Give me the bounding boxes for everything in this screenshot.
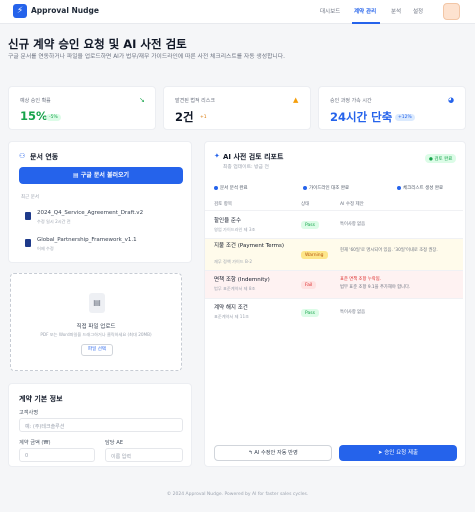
nav-item-settings[interactable]: 설정 xyxy=(413,7,423,15)
sparkle-icon: ✦ xyxy=(214,152,220,160)
check-icon xyxy=(303,185,307,190)
top-nav: ⚡ Approval Nudge 대시보드 계약 관리 분석 설정 xyxy=(0,0,475,24)
review-title: AI 사전 검토 리포트 xyxy=(223,153,284,161)
people-icon: ⚇ xyxy=(19,152,26,160)
stat-label: 승인 과정 가속 시간 xyxy=(330,98,372,104)
review-subtitle: 최종 업데이트: 방금 전 xyxy=(223,165,269,170)
stat-card-speed: 승인 과정 가속 시간 24시간 단축 +12% ◕ xyxy=(318,86,466,130)
ai-suggestion-detail: 법무 표준 조항 9.1을 추가해야 합니다. xyxy=(340,285,411,290)
ae-input[interactable]: 이름 입력 xyxy=(105,448,183,462)
column-header-item: 검토 항목 xyxy=(214,202,232,207)
recent-label: 최근 문서 xyxy=(21,195,39,200)
google-doc-button-label: 구글 문서 불러오기 xyxy=(80,172,130,179)
doc-link-title: 문서 연동 xyxy=(30,153,59,161)
contract-info-card: 계약 기본 정보 고객사명 예: (주)테크솔루션 계약 금액 (₩) 0 담당… xyxy=(8,383,192,467)
check-icon xyxy=(214,185,218,190)
upload-dropzone[interactable]: ▤ 직접 파일 업로드 PDF 또는 Word파일을 드래그하거나 클릭하세요 … xyxy=(10,273,182,371)
send-icon: ➤ xyxy=(377,450,383,456)
stat-value: 15% xyxy=(20,109,48,123)
step-label: 문서 분석 완료 xyxy=(220,186,248,191)
warning-icon: ▲ xyxy=(293,96,299,104)
item-ref: 영업 가이드라인 제 3조 xyxy=(214,227,256,232)
stat-card-risk: 발견된 법적 리스크 2건 +1 ▲ xyxy=(163,86,311,130)
file-upload-icon: ▤ xyxy=(89,293,105,313)
step-label: 체크리스트 생성 완료 xyxy=(403,186,444,191)
client-name-label: 고객사명 xyxy=(19,410,39,416)
avatar[interactable] xyxy=(443,3,460,20)
amount-label: 계약 금액 (₩) xyxy=(19,440,51,446)
check-icon xyxy=(397,185,401,190)
stat-delta: +12% xyxy=(395,114,415,121)
submit-approval-button-label: 승인 요청 제출 xyxy=(384,450,419,456)
submit-approval-button[interactable]: ➤ 승인 요청 제출 xyxy=(339,445,457,461)
ai-suggestion: 표준 면책 조항 누락됨. xyxy=(340,277,382,282)
table-row[interactable]: 지불 조건 (Payment Terms) 재무 정책 가이드 B-2 Warn… xyxy=(205,238,463,270)
active-nav-underline xyxy=(352,22,380,24)
recent-file-meta: 어제 수정 xyxy=(37,246,54,251)
stat-value: 24시간 단축 xyxy=(330,110,393,124)
item-name: 지불 조건 (Payment Terms) xyxy=(214,243,285,249)
item-name: 할인율 준수 xyxy=(214,218,242,224)
review-status-badge: ● 검토 완료 xyxy=(425,154,457,163)
stat-delta: -5% xyxy=(46,114,61,121)
recent-file-name[interactable]: Global_Partnership_Framework_v1.1 xyxy=(37,237,137,243)
recent-file-meta: 수정 일시 2시간 전 xyxy=(37,219,71,224)
stat-label: 발견된 법적 리스크 xyxy=(175,98,215,104)
column-header-suggest: AI 수정 제안 xyxy=(340,202,364,207)
footer: © 2024 Approval Nudge. Powered by AI for… xyxy=(166,492,309,497)
ai-suggestion: 특이사항 없음 xyxy=(340,310,366,315)
item-name: 면책 조항 (Indemnity) xyxy=(214,277,270,283)
upload-title: 직접 파일 업로드 xyxy=(76,324,116,330)
client-name-input[interactable]: 예: (주)테크솔루션 xyxy=(19,418,183,432)
stat-delta: +1 xyxy=(200,115,207,120)
item-name: 계약 해지 조건 xyxy=(214,305,248,311)
ae-label: 담당 AE xyxy=(105,440,124,446)
app-name[interactable]: Approval Nudge xyxy=(31,6,99,15)
step-label: 가이드라인 대조 완료 xyxy=(309,186,350,191)
table-row[interactable]: 면책 조항 (Indemnity) 법무 표준계약서 제 8조 Fail 표준 … xyxy=(205,270,463,298)
stat-card-approval: 예상 승인 확률 15% -5% ↘ xyxy=(8,86,156,130)
trend-down-icon: ↘ xyxy=(139,96,145,104)
lightning-icon[interactable]: ⚡ xyxy=(13,4,27,18)
column-header-status: 상태 xyxy=(301,202,310,207)
stat-value: 2건 xyxy=(175,110,194,124)
item-ref: 표준계약서 제 11조 xyxy=(214,314,249,319)
status-badge: Fail xyxy=(301,281,317,289)
nav-item-analytics[interactable]: 분석 xyxy=(391,7,401,15)
step-analysis: 문서 분석 완료 xyxy=(214,185,248,191)
review-report-card: ✦ AI 사전 검토 리포트 최종 업데이트: 방금 전 ● 검토 완료 문서 … xyxy=(204,141,466,467)
recent-file-name[interactable]: 2024_Q4_Service_Agreement_Draft.v2 xyxy=(37,210,143,216)
table-row[interactable]: 할인율 준수 영업 가이드라인 제 3조 Pass 특이사항 없음 xyxy=(205,210,463,238)
ai-apply-button-label: AI 수정안 자동 반영 xyxy=(254,450,298,456)
item-ref: 재무 정책 가이드 B-2 xyxy=(214,259,253,264)
file-icon xyxy=(25,212,31,220)
nav-item-dashboard[interactable]: 대시보드 xyxy=(320,7,340,15)
stat-label: 예상 승인 확률 xyxy=(20,98,51,104)
doc-link-card: ⚇ 문서 연동 ▤ 구글 문서 불러오기 최근 문서 2024_Q4_Servi… xyxy=(8,141,192,263)
step-checklist: 체크리스트 생성 완료 xyxy=(397,185,443,191)
contract-info-title: 계약 기본 정보 xyxy=(19,395,63,403)
ai-apply-button[interactable]: ↰ AI 수정안 자동 반영 xyxy=(214,445,332,461)
status-badge: Warning xyxy=(301,251,328,259)
ai-suggestion: 현재 '60일'로 명시되어 있음. '30일'이내로 조정 권장. xyxy=(340,248,438,253)
upload-hint: PDF 또는 Word파일을 드래그하거나 클릭하세요 (최대 20MB) xyxy=(40,332,152,337)
file-icon xyxy=(25,239,31,247)
file-select-button[interactable]: 파일 선택 xyxy=(81,344,113,356)
amount-input[interactable]: 0 xyxy=(19,448,95,462)
status-badge: Pass xyxy=(301,309,319,317)
page-subtitle: 구글 문서를 연동하거나 파일을 업로드하면 AI가 법무/재무 가이드라인에 … xyxy=(8,54,285,60)
table-row[interactable]: 계약 해지 조건 표준계약서 제 11조 Pass 특이사항 없음 xyxy=(205,298,463,326)
doc-icon: ▤ xyxy=(72,172,79,179)
nav-item-contracts[interactable]: 계약 관리 xyxy=(354,7,376,15)
step-guideline: 가이드라인 대조 완료 xyxy=(303,185,349,191)
page-title: 신규 계약 승인 요청 및 AI 사전 검토 xyxy=(8,37,187,51)
speed-icon: ◕ xyxy=(448,96,455,104)
magic-wand-icon: ↰ xyxy=(248,450,253,456)
ai-suggestion: 특이사항 없음 xyxy=(340,222,366,227)
google-doc-button[interactable]: ▤ 구글 문서 불러오기 xyxy=(19,167,183,184)
status-badge: Pass xyxy=(301,221,319,229)
item-ref: 법무 표준계약서 제 8조 xyxy=(214,286,256,291)
